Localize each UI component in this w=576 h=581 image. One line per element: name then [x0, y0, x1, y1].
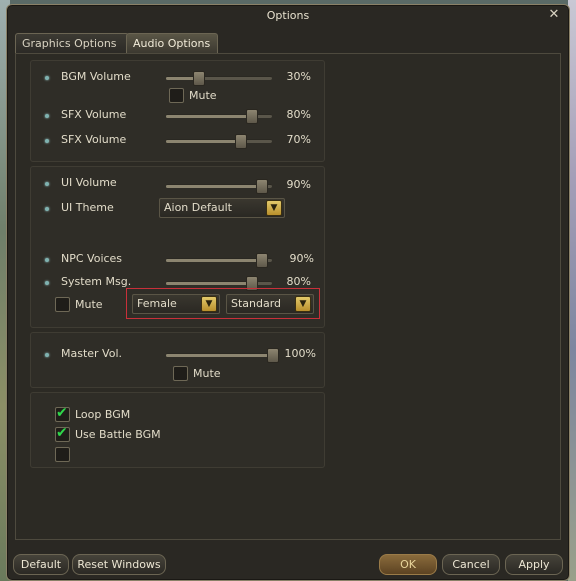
- ui-volume-fill: [166, 185, 262, 188]
- battle-bgm-checkbox[interactable]: [55, 425, 70, 442]
- bullet-icon: [45, 258, 49, 262]
- ui-volume-label: UI Volume: [61, 176, 117, 189]
- npc-voices-value: 90%: [289, 252, 314, 265]
- tab-graphics-options[interactable]: Graphics Options: [15, 33, 129, 54]
- system-msg-label: System Msg.: [61, 275, 132, 288]
- bgm-volume-value: 30%: [286, 70, 311, 83]
- chevron-down-icon[interactable]: ▼: [266, 200, 282, 216]
- ui-volume-value: 90%: [286, 178, 311, 191]
- voice-mute-label: Mute: [75, 298, 103, 311]
- voice-style-select[interactable]: Standard ▼: [226, 294, 314, 314]
- voice-gender-select[interactable]: Female ▼: [132, 294, 220, 314]
- battle-bgm-label: Use Battle BGM: [75, 428, 161, 441]
- master-mute-checkbox[interactable]: [173, 366, 188, 381]
- options-window: Options ✕ Graphics Options Audio Options…: [6, 4, 570, 581]
- reset-windows-button[interactable]: Reset Windows: [72, 554, 166, 575]
- bgm-volume-slider[interactable]: [166, 71, 272, 86]
- close-icon[interactable]: ✕: [547, 8, 561, 22]
- sfx-volume-2-value: 70%: [286, 133, 311, 146]
- ui-volume-thumb[interactable]: [256, 179, 269, 194]
- sfx-volume-fill: [166, 115, 251, 118]
- npc-voices-slider[interactable]: [166, 253, 272, 268]
- apply-button[interactable]: Apply: [505, 554, 563, 575]
- bullet-icon: [45, 182, 49, 186]
- master-volume-slider[interactable]: [166, 348, 279, 363]
- ok-button[interactable]: OK: [379, 554, 437, 575]
- cancel-button[interactable]: Cancel: [442, 554, 500, 575]
- bgm-mute-label: Mute: [189, 89, 217, 102]
- master-volume-value: 100%: [284, 347, 316, 360]
- sfx-volume-2-label: SFX Volume: [61, 133, 127, 146]
- bullet-icon: [45, 139, 49, 143]
- bullet-icon: [45, 353, 49, 357]
- sfx-volume-value: 80%: [286, 108, 311, 121]
- sfx-volume-2-fill: [166, 140, 241, 143]
- bullet-icon: [45, 114, 49, 118]
- npc-voices-label: NPC Voices: [61, 252, 123, 265]
- bullet-icon: [45, 281, 49, 285]
- system-msg-slider[interactable]: [166, 276, 272, 291]
- voice-mute-checkbox[interactable]: [55, 297, 70, 312]
- master-volume-fill: [166, 354, 272, 357]
- bgm-volume-label: BGM Volume: [61, 70, 131, 83]
- bgm-options-group: Loop BGM Use Battle BGM: [30, 392, 325, 468]
- chevron-down-icon[interactable]: ▼: [295, 296, 311, 312]
- npc-voices-thumb[interactable]: [256, 253, 269, 268]
- voice-style-selected: Standard: [231, 297, 282, 310]
- tab-audio-options[interactable]: Audio Options: [126, 33, 218, 54]
- bullet-icon: [45, 207, 49, 211]
- default-button[interactable]: Default: [13, 554, 69, 575]
- master-volume-label: Master Vol.: [61, 347, 123, 360]
- ui-voice-group: UI Volume 90% UI Theme Aion Default ▼ NP…: [30, 166, 325, 328]
- master-volume-group: Master Vol. 100% Mute: [30, 332, 325, 388]
- ui-theme-label: UI Theme: [61, 201, 114, 214]
- loop-bgm-label: Loop BGM: [75, 408, 131, 421]
- voice-gender-selected: Female: [137, 297, 177, 310]
- sfx-volume-2-slider[interactable]: [166, 134, 272, 149]
- sfx-volume-slider[interactable]: [166, 109, 272, 124]
- npc-voices-fill: [166, 259, 262, 262]
- ui-theme-selected: Aion Default: [164, 201, 232, 214]
- sfx-volume-thumb[interactable]: [245, 109, 258, 124]
- ui-theme-select[interactable]: Aion Default ▼: [159, 198, 285, 218]
- ui-volume-slider[interactable]: [166, 179, 272, 194]
- sfx-volume-label: SFX Volume: [61, 108, 127, 121]
- unlabeled-checkbox[interactable]: [55, 447, 70, 462]
- bullet-icon: [45, 76, 49, 80]
- bgm-mute-checkbox[interactable]: [169, 88, 184, 103]
- music-sfx-group: BGM Volume 30% Mute SFX Volume 80% SFX V…: [30, 60, 325, 162]
- master-mute-label: Mute: [193, 367, 221, 380]
- window-title: Options: [266, 9, 310, 22]
- system-msg-fill: [166, 282, 251, 285]
- bgm-volume-thumb[interactable]: [192, 71, 205, 86]
- audio-options-panel: BGM Volume 30% Mute SFX Volume 80% SFX V…: [15, 53, 561, 540]
- sfx-volume-2-thumb[interactable]: [235, 134, 248, 149]
- system-msg-value: 80%: [286, 275, 311, 288]
- loop-bgm-checkbox[interactable]: [55, 405, 70, 422]
- chevron-down-icon[interactable]: ▼: [201, 296, 217, 312]
